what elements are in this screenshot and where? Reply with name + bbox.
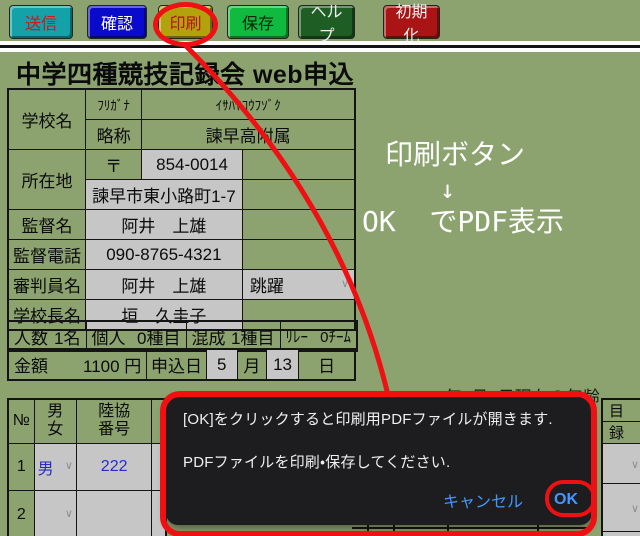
roster-row2-sex-select[interactable]: ∨ [34,490,76,536]
phone-empty-cell [242,240,355,270]
roster-row2-no: 2 [8,490,34,536]
roster-right-row1-select[interactable]: ∨ [602,444,640,484]
roster-table: № 男 女 陸協 番号 1 男 ∨ 222 2 [7,398,167,536]
print-confirm-dialog: [OK]をクリックすると印刷用PDFファイルが開きます. PDFファイルを印刷・… [166,396,592,525]
coach-name-field[interactable]: 阿井 上雄 [85,210,242,240]
roster-right-row2-select[interactable]: ∨ [602,484,640,532]
abbreviation-label: 略称 [85,120,141,150]
judge-name-field[interactable]: 阿井 上雄 [85,270,242,300]
roster-row1-assoc-field[interactable]: 222 [76,443,151,490]
print-button[interactable]: 印刷 [158,5,213,39]
page-title: 中学四種競技記録会 web申込 [16,55,354,91]
dialog-cancel-button[interactable]: キャンセル [443,488,523,512]
roster-header-no: № [8,399,34,443]
roster-right-row3-clipped [602,532,640,536]
roster-grid-tick [447,525,449,536]
combined-count-value: 1種目 [231,324,274,349]
coach-empty-cell [242,210,355,240]
judge-event-select[interactable]: 跳躍 ∨ [242,270,355,300]
people-count-cell: 人数 1名 [8,321,86,351]
fee-amount-cell: 金額 1100 円 [8,349,147,380]
relay-count-cell: ﾘﾚｰ 0ﾁｰﾑ [280,321,357,351]
address-label: 所在地 [8,150,85,210]
roster-row2-hidden-cell [152,490,166,536]
roster-header-assoc-bottom: 番号 [77,421,151,439]
combined-count-label: 混成 [192,324,226,349]
coach-phone-field[interactable]: 090-8765-4321 [85,240,242,270]
roster-row1-sex-select[interactable]: 男 ∨ [34,443,76,490]
save-button[interactable]: 保存 [227,5,289,39]
relay-count-value: 0ﾁｰﾑ [320,326,351,347]
individual-count-value: 0種目 [137,324,180,349]
postal-code-field[interactable]: 854-0014 [142,150,243,180]
school-name-label: 学校名 [8,89,85,150]
dialog-message-line2: PDFファイルを印刷・保存してください. [183,451,450,472]
individual-count-cell: 個人 0種目 [86,321,186,351]
roster-row-1: 1 男 ∨ 222 [8,443,166,490]
postal-empty-cell [242,150,355,180]
roster-right-header-record: 録 [602,422,640,444]
apply-date-label: 申込日 [147,349,206,380]
chevron-down-icon: ∨ [65,509,73,520]
roster-right-header-event: 目 [602,399,640,422]
fee-amount-value: 1100 円 [83,352,141,377]
roster-grid-line [352,527,592,529]
dialog-message-line1: [OK]をクリックすると印刷用PDFファイルが開きます. [183,408,553,429]
chevron-down-icon: ∨ [631,459,639,471]
dialog-actions: キャンセル OK [443,488,578,512]
dialog-ok-button[interactable]: OK [554,491,578,509]
address-empty-cell [242,180,355,210]
abbreviation-field[interactable]: 諫早高附属 [142,120,355,150]
chevron-down-icon: ∨ [65,461,73,472]
roster-row2-assoc-field[interactable] [76,490,151,536]
people-count-label: 人数 [14,324,48,349]
combined-count-cell: 混成 1種目 [186,321,280,351]
annotation-ok-pdf-text: OK でPDF表示 [362,208,564,236]
roster-header-sex-top: 男 [35,403,76,421]
roster-right-column: 目 録 ∨ ∨ [601,398,640,536]
roster-row1-hidden-cell [152,443,166,490]
chevron-down-icon: ∨ [631,503,639,515]
roster-row1-no: 1 [8,443,34,490]
annotation-arrow-down: ↓ [440,177,455,202]
roster-row-2: 2 ∨ [8,490,166,536]
annotation-print-button-text: 印刷ボタン [385,141,525,169]
roster-header-assoc-number: 陸協 番号 [76,399,151,443]
roster-row1-sex-value: 男 [38,455,54,479]
people-count-value: 1名 [54,324,80,349]
confirm-button[interactable]: 確認 [87,5,147,39]
judge-name-label: 審判員名 [8,270,85,300]
relay-count-label: ﾘﾚｰ [286,326,309,347]
month-unit-label: 月 [237,349,266,380]
furigana-label: ﾌﾘｶﾞﾅ [85,89,141,120]
furigana-field[interactable]: ｲｻﾊﾔｺｳﾌｿﾞｸ [142,89,355,120]
roster-header-hidden-col [152,399,166,443]
roster-grid-tick [367,525,369,536]
judge-event-value: 跳躍 [250,272,284,297]
chevron-down-icon: ∨ [341,279,349,290]
day-unit-label: 日 [299,349,355,380]
coach-phone-label: 監督電話 [8,240,85,270]
help-button[interactable]: ヘルプ [298,5,355,39]
roster-header-sex: 男 女 [34,399,76,443]
roster-grid-tick [393,525,395,536]
initialize-button[interactable]: 初期化 [383,5,440,39]
postal-mark-label: 〒 [85,150,141,180]
fee-row: 金額 1100 円 申込日 5 月 13 日 [7,348,356,381]
entry-form-table: 学校名 ﾌﾘｶﾞﾅ ｲｻﾊﾔｺｳﾌｿﾞｸ 略称 諫早高附属 所在地 〒 854-… [7,88,356,331]
individual-count-label: 個人 [92,324,126,349]
roster-header-sex-bottom: 女 [35,421,76,439]
apply-month-field[interactable]: 5 [206,349,237,380]
roster-header-assoc-top: 陸協 [77,403,151,421]
apply-day-field[interactable]: 13 [266,349,298,380]
app-window: 送信 確認 印刷 保存 ヘルプ 初期化 中学四種競技記録会 web申込 学校名 … [0,0,640,536]
coach-name-label: 監督名 [8,210,85,240]
roster-grid-tick [537,525,539,536]
address-field[interactable]: 諫早市東小路町1-7 [85,180,242,210]
send-button[interactable]: 送信 [9,5,73,39]
fee-amount-label: 金額 [14,352,48,377]
